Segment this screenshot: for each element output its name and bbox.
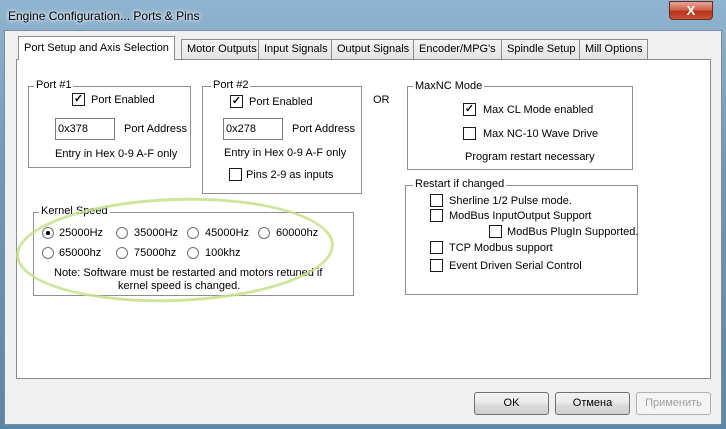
kernel-label-75000: 75000hz xyxy=(134,247,177,259)
tab-motor-outputs[interactable]: Motor Outputs xyxy=(181,39,263,59)
kernel-radio-35000[interactable] xyxy=(116,227,128,239)
kernel-note-line2: kernel speed is changed. xyxy=(118,280,241,292)
ok-button[interactable]: OK xyxy=(474,392,549,415)
event-serial-checkbox[interactable] xyxy=(430,259,443,272)
maxnc-title: MaxNC Mode xyxy=(413,80,485,92)
maxnc-cl-label: Max CL Mode enabled xyxy=(483,104,594,116)
close-icon: X xyxy=(686,3,696,18)
kernel-radio-100k[interactable] xyxy=(187,247,199,259)
tcp-modbus-checkbox[interactable] xyxy=(430,241,443,254)
kernel-label-25000: 25000Hz xyxy=(59,227,104,239)
port1-enabled-label: Port Enabled xyxy=(91,94,155,106)
kernel-label-60000: 60000hz xyxy=(276,227,319,239)
sherline-checkbox[interactable] xyxy=(430,194,443,207)
tab-port-setup[interactable]: Port Setup and Axis Selection xyxy=(18,36,175,60)
port2-enabled-label: Port Enabled xyxy=(249,96,313,108)
tab-mill-options[interactable]: Mill Options xyxy=(579,39,649,59)
kernel-radio-25000[interactable] xyxy=(42,227,54,239)
maxnc-note: Program restart necessary xyxy=(465,151,595,163)
port1-title: Port #1 xyxy=(34,79,74,91)
event-serial-label: Event Driven Serial Control xyxy=(449,260,582,272)
modbus-io-checkbox[interactable] xyxy=(430,209,443,222)
sherline-label: Sherline 1/2 Pulse mode. xyxy=(449,195,572,207)
cancel-button[interactable]: Отмена xyxy=(555,392,630,415)
restart-title: Restart if changed xyxy=(413,178,507,190)
port1-address-label: Port Address xyxy=(124,123,187,135)
port1-enabled-checkbox[interactable]: ✓ xyxy=(72,93,85,106)
kernel-radio-75000[interactable] xyxy=(116,247,128,259)
port2-address-label: Port Address xyxy=(292,123,355,135)
maxnc-cl-checkbox[interactable]: ✓ xyxy=(463,103,476,116)
kernel-label-35000: 35000Hz xyxy=(134,227,179,239)
port2-pins-checkbox[interactable] xyxy=(229,168,242,181)
maxnc-wave-label: Max NC-10 Wave Drive xyxy=(483,128,599,140)
modbus-io-label: ModBus InputOutput Support xyxy=(449,210,592,222)
port2-enabled-checkbox[interactable]: ✓ xyxy=(230,95,243,108)
window-title: Engine Configuration... Ports & Pins xyxy=(8,9,200,23)
maxnc-wave-checkbox[interactable] xyxy=(463,127,476,140)
kernel-label-45000: 45000Hz xyxy=(205,227,250,239)
port1-hint: Entry in Hex 0-9 A-F only xyxy=(55,148,178,160)
tab-panel: Port #1 ✓ Port Enabled Port Address Entr… xyxy=(16,59,711,379)
kernel-label-100k: 100khz xyxy=(205,247,241,259)
tcp-modbus-label: TCP Modbus support xyxy=(449,242,553,254)
modbus-plugin-label: ModBus PlugIn Supported. xyxy=(507,226,639,238)
kernel-speed-title: Kernel Speed xyxy=(39,205,110,217)
port2-hint: Entry in Hex 0-9 A-F only xyxy=(224,147,347,159)
kernel-radio-65000[interactable] xyxy=(42,247,54,259)
tab-output-signals[interactable]: Output Signals xyxy=(331,39,416,59)
kernel-radio-45000[interactable] xyxy=(187,227,199,239)
port1-address-input[interactable] xyxy=(55,118,115,140)
kernel-radio-60000[interactable] xyxy=(258,227,270,239)
modbus-plugin-checkbox[interactable] xyxy=(489,225,502,238)
port2-address-input[interactable] xyxy=(223,118,283,140)
port2-title: Port #2 xyxy=(211,79,251,91)
or-label: OR xyxy=(373,94,390,106)
tab-spindle-setup[interactable]: Spindle Setup xyxy=(501,39,582,59)
kernel-note-line1: Note: Software must be restarted and mot… xyxy=(54,267,323,279)
tab-encoder-mpgs[interactable]: Encoder/MPG's xyxy=(413,39,502,59)
close-button[interactable]: X xyxy=(669,1,713,20)
apply-button[interactable]: Применить xyxy=(636,392,711,415)
tab-input-signals[interactable]: Input Signals xyxy=(258,39,334,59)
port2-pins-label: Pins 2-9 as inputs xyxy=(246,169,334,181)
kernel-label-65000: 65000hz xyxy=(59,247,102,259)
